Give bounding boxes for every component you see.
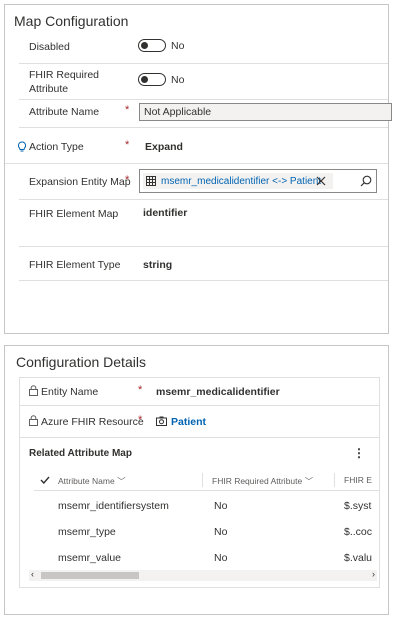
- fhir-required-row: FHIR Required Attribute No: [19, 64, 388, 100]
- table-row[interactable]: msemr_type No $..coc: [34, 519, 379, 546]
- disabled-toggle[interactable]: [138, 39, 166, 52]
- configuration-details-title: Configuration Details: [16, 354, 146, 370]
- fhir-element-type-row: FHIR Element Type string: [19, 247, 388, 281]
- fhir-required-toggle[interactable]: [138, 73, 166, 86]
- close-icon[interactable]: [316, 176, 326, 186]
- table-row[interactable]: msemr_identifiersystem No $.syst: [34, 493, 379, 520]
- configuration-details-panel: Configuration Details Entity Name * msem…: [4, 345, 389, 615]
- row-fhir-required: No: [214, 526, 228, 538]
- row-fhir-element: $.syst: [344, 500, 372, 512]
- scroll-left-arrow[interactable]: ‹: [31, 569, 34, 579]
- fhir-element-type-value[interactable]: string: [143, 259, 172, 271]
- entity-name-required-mark: *: [138, 384, 143, 396]
- expansion-map-row: Expansion Entity Map * msemr_medicaliden…: [19, 164, 388, 200]
- azure-resource-value[interactable]: Patient: [171, 416, 206, 428]
- horizontal-scrollbar[interactable]: ‹ ›: [29, 569, 377, 581]
- lock-icon: [29, 415, 38, 426]
- row-attribute-name: msemr_value: [58, 552, 122, 564]
- fhir-required-value: No: [171, 74, 185, 86]
- azure-resource-label: Azure FHIR Resource: [41, 416, 144, 428]
- fhir-required-label-line2: Attribute: [29, 83, 69, 95]
- disabled-value: No: [171, 40, 185, 52]
- row-attribute-name: msemr_identifiersystem: [58, 500, 169, 512]
- entity-name-label: Entity Name: [41, 386, 99, 398]
- scroll-right-arrow[interactable]: ›: [372, 569, 375, 579]
- attribute-name-required-mark: *: [125, 104, 130, 116]
- configuration-details-section: Entity Name * msemr_medicalidentifier Az…: [19, 377, 380, 588]
- row-attribute-name: msemr_type: [58, 526, 116, 538]
- map-configuration-title: Map Configuration: [14, 13, 129, 29]
- camera-icon: [156, 416, 167, 426]
- search-icon[interactable]: [360, 175, 372, 187]
- grid-header: Attribute Name ﹀ FHIR Required Attribute…: [34, 469, 379, 491]
- disabled-row: Disabled No: [19, 30, 388, 64]
- fhir-required-label-line1: FHIR Required: [29, 69, 100, 81]
- expansion-map-required-mark: *: [125, 174, 130, 186]
- row-fhir-element: $.valu: [344, 552, 373, 564]
- column-header-fhir-element[interactable]: FHIR E: [344, 475, 372, 485]
- scrollbar-thumb[interactable]: [41, 572, 139, 579]
- column-header-attribute-name[interactable]: Attribute Name ﹀: [58, 475, 126, 487]
- checkmark-icon[interactable]: [40, 476, 50, 484]
- fhir-element-type-label: FHIR Element Type: [29, 259, 121, 271]
- fhir-element-map-row: FHIR Element Map identifier: [19, 200, 388, 247]
- map-configuration-panel: Map Configuration Disabled No FHIR Requi…: [4, 4, 392, 334]
- column-header-fhir-required[interactable]: FHIR Required Attribute ﹀: [212, 475, 313, 487]
- expansion-map-tag[interactable]: msemr_medicalidentifier <-> Patient: [143, 173, 333, 189]
- action-type-row: Action Type * Expand: [5, 132, 388, 164]
- attribute-name-row: Attribute Name * Not Applicable: [19, 100, 392, 128]
- expansion-map-value: msemr_medicalidentifier <-> Patient: [161, 175, 322, 187]
- row-fhir-required: No: [214, 500, 228, 512]
- lock-icon: [29, 385, 38, 396]
- fhir-element-map-label: FHIR Element Map: [29, 208, 119, 220]
- row-fhir-required: No: [214, 552, 228, 564]
- related-attribute-map-title: Related Attribute Map: [29, 448, 132, 459]
- action-type-label: Action Type: [29, 141, 84, 153]
- attribute-name-input[interactable]: Not Applicable: [139, 103, 392, 121]
- action-type-required-mark: *: [125, 139, 130, 151]
- lightbulb-icon: [17, 141, 27, 152]
- table-row[interactable]: msemr_value No $.valu: [34, 545, 379, 572]
- azure-resource-required-mark: *: [138, 414, 143, 426]
- row-fhir-element: $..coc: [344, 526, 373, 538]
- entity-name-value: msemr_medicalidentifier: [156, 386, 280, 398]
- action-type-value[interactable]: Expand: [145, 141, 183, 153]
- fhir-element-map-value[interactable]: identifier: [143, 207, 187, 219]
- azure-resource-row: Azure FHIR Resource * Patient: [20, 406, 379, 438]
- entity-name-row: Entity Name * msemr_medicalidentifier: [20, 378, 379, 406]
- attribute-name-label: Attribute Name: [29, 106, 100, 118]
- entity-grid-icon: [146, 176, 156, 186]
- disabled-label: Disabled: [29, 41, 70, 53]
- related-attribute-grid: Attribute Name ﹀ FHIR Required Attribute…: [20, 465, 379, 587]
- expansion-map-label: Expansion Entity Map: [29, 176, 131, 188]
- more-commands-icon[interactable]: ⋮: [353, 446, 365, 460]
- expansion-map-lookup[interactable]: msemr_medicalidentifier <-> Patient: [139, 169, 377, 193]
